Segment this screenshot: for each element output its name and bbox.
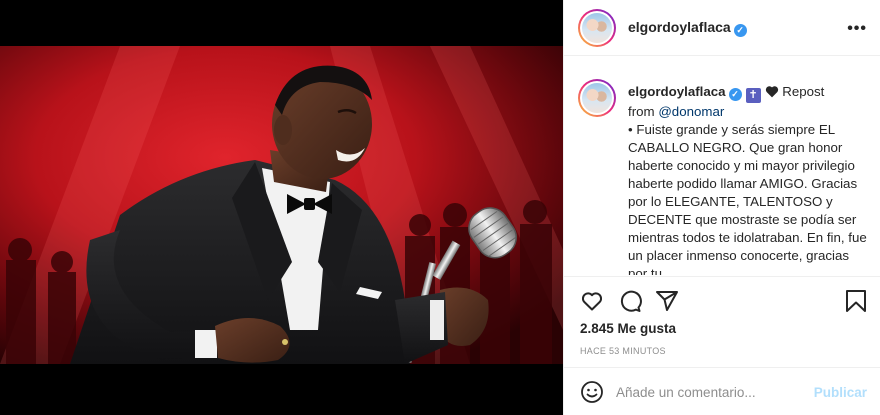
- heart-icon[interactable]: [580, 289, 604, 313]
- from-label: from: [628, 104, 655, 119]
- add-comment-row: Publicar: [564, 367, 880, 415]
- post-image[interactable]: [0, 0, 563, 415]
- verified-icon: ✓: [733, 24, 747, 37]
- post-header: elgordoylaflaca ✓ •••: [564, 0, 880, 56]
- post-details-panel: elgordoylaflaca ✓ ••• elgordoylaflaca ✓ ✝ R…: [563, 0, 880, 415]
- cross-icon: ✝: [745, 88, 761, 103]
- username-text[interactable]: elgordoylaflaca: [628, 19, 731, 35]
- share-icon[interactable]: [655, 289, 679, 313]
- emoji-icon[interactable]: [580, 380, 604, 404]
- bookmark-icon[interactable]: [845, 289, 867, 313]
- comment-icon[interactable]: [618, 289, 642, 313]
- black-heart-icon: [765, 85, 779, 103]
- caption-username[interactable]: elgordoylaflaca: [628, 84, 726, 99]
- repost-label: Repost: [782, 84, 825, 99]
- avatar[interactable]: [578, 9, 616, 47]
- likes-count[interactable]: 2.845 Me gusta: [580, 321, 676, 336]
- publish-button[interactable]: Publicar: [814, 385, 867, 400]
- more-options-icon[interactable]: •••: [847, 20, 867, 38]
- caption-text: elgordoylaflaca ✓ ✝ Repost from @donomar •…: [628, 83, 868, 275]
- caption-section: elgordoylaflaca ✓ ✝ Repost from @donomar •…: [564, 57, 880, 275]
- singer-photo: [0, 0, 563, 415]
- verified-icon: ✓: [728, 88, 742, 101]
- post-timestamp[interactable]: HACE 53 MINUTOS: [580, 346, 666, 356]
- caption-body: • Fuiste grande y serás siempre EL CABAL…: [628, 122, 867, 275]
- caption-avatar[interactable]: [578, 79, 616, 117]
- header-username[interactable]: elgordoylaflaca ✓: [628, 19, 747, 37]
- mention-link[interactable]: @donomar: [658, 104, 724, 119]
- comment-input[interactable]: [616, 381, 806, 403]
